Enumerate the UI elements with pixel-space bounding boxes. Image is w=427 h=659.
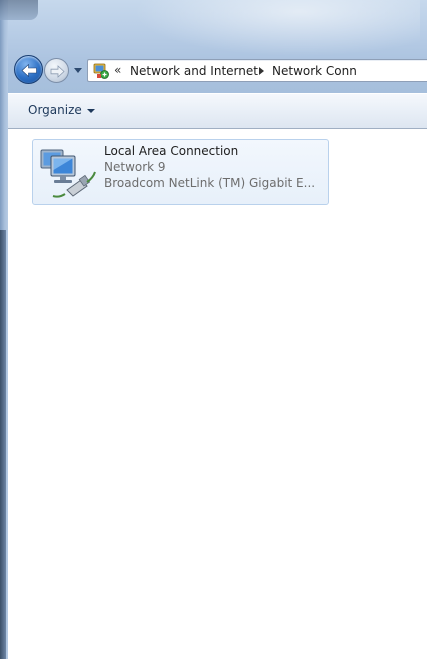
- chevron-down-icon: [74, 68, 82, 73]
- breadcrumb-network-connections[interactable]: Network Conn: [272, 64, 357, 78]
- connection-name: Local Area Connection: [104, 144, 239, 158]
- forward-arrow-icon: [50, 65, 65, 78]
- forward-button[interactable]: [44, 58, 69, 83]
- control-panel-icon: [92, 62, 110, 80]
- back-button[interactable]: [14, 55, 43, 84]
- address-bar[interactable]: « Network and Internet Network Conn: [87, 59, 427, 82]
- breadcrumb-separator-icon[interactable]: [259, 67, 264, 75]
- organize-label: Organize: [28, 103, 82, 117]
- window-corner: [0, 0, 38, 20]
- file-list: Local Area Connection Network 9 Broadcom…: [8, 130, 427, 659]
- window-frame-shadow: [0, 230, 6, 659]
- connection-network: Network 9: [104, 160, 166, 174]
- explorer-window: « Network and Internet Network Conn Orga…: [0, 0, 427, 659]
- navigation-bar: « Network and Internet Network Conn: [14, 55, 427, 85]
- connection-details: Local Area Connection Network 9 Broadcom…: [104, 143, 326, 191]
- organize-dropdown-icon: [86, 108, 95, 113]
- address-overflow[interactable]: «: [114, 63, 121, 77]
- recent-pages-button[interactable]: [72, 63, 84, 77]
- connection-adapter: Broadcom NetLink (TM) Gigabit E...: [104, 176, 316, 190]
- breadcrumb-network-and-internet[interactable]: Network and Internet: [130, 64, 258, 78]
- connection-item[interactable]: Local Area Connection Network 9 Broadcom…: [32, 139, 329, 205]
- organize-button[interactable]: Organize: [28, 103, 95, 121]
- network-adapter-icon: [37, 144, 99, 200]
- back-arrow-icon: [21, 63, 37, 78]
- command-bar: Organize: [8, 93, 427, 129]
